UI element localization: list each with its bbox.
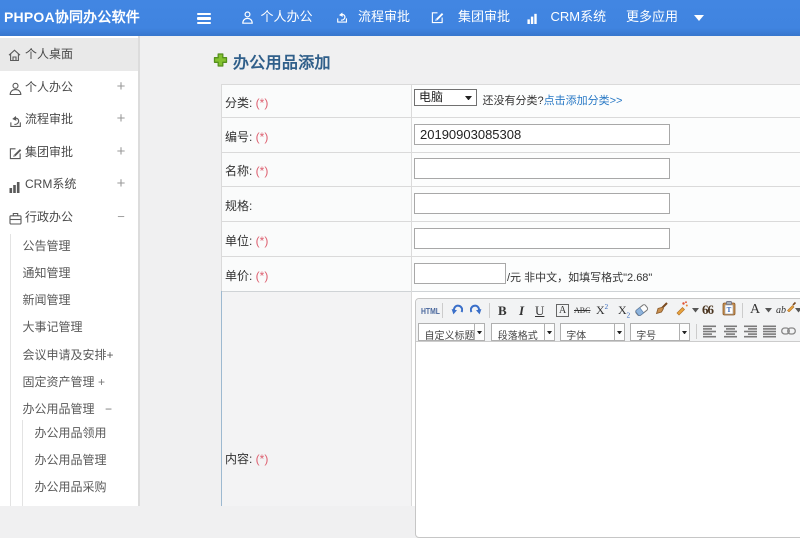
svg-text:T: T <box>727 306 732 314</box>
